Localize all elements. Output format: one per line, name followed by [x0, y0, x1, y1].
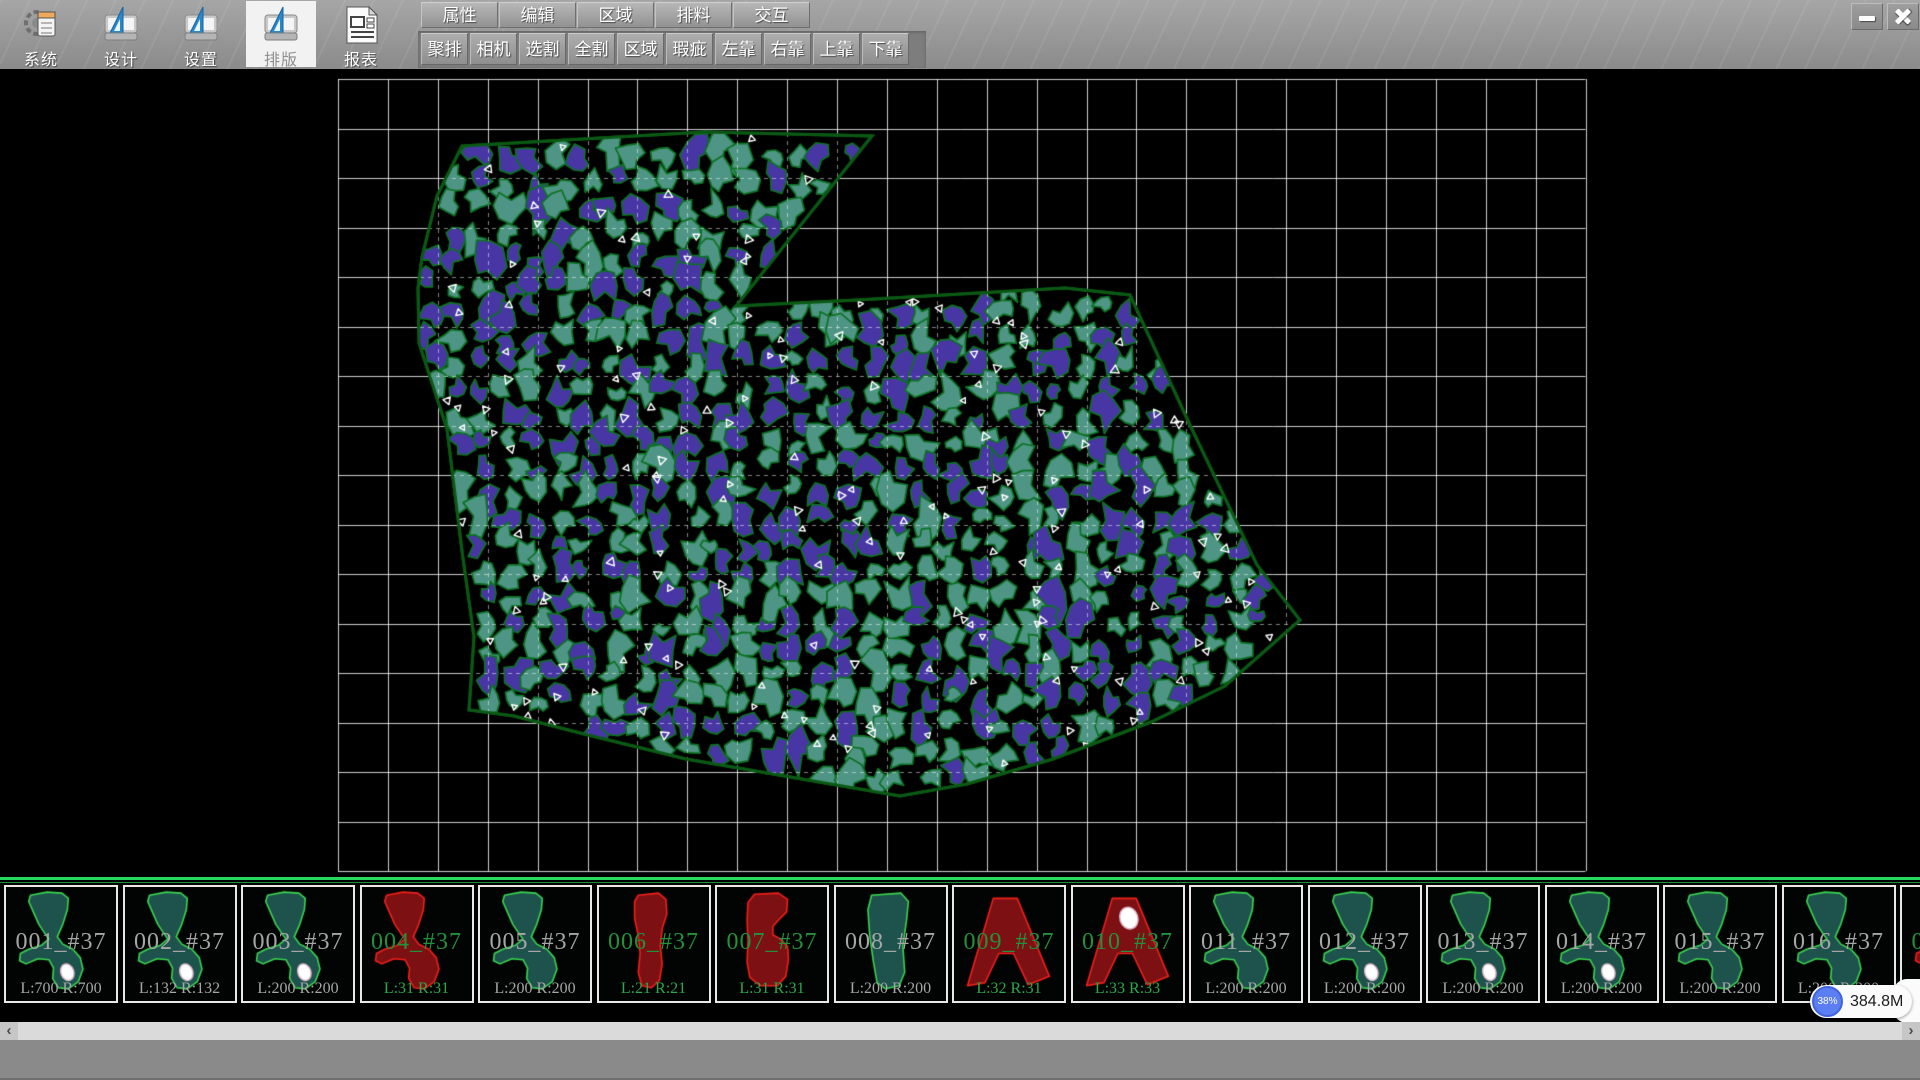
close-button[interactable] — [1887, 3, 1919, 30]
thumbnail-cell-015_#37[interactable]: 015_#37 L:200 R:200 — [1663, 885, 1777, 1003]
thumbnail-id-label: 004_#37 — [362, 929, 472, 956]
thumbnail-id-label: 011_#37 — [1191, 929, 1301, 956]
tool-button-7[interactable]: 左靠 — [715, 33, 762, 65]
thumbnail-id-label: 013_#37 — [1428, 929, 1538, 956]
thumbnail-id-label: 005_#37 — [480, 929, 590, 956]
memory-usage-label: 384.8M — [1850, 985, 1903, 1018]
report-document-icon — [341, 5, 381, 45]
scroll-left-icon[interactable]: ‹ — [0, 1022, 18, 1040]
thumbnail-id-label: 009_#37 — [954, 929, 1064, 956]
layout-ruler-icon — [261, 5, 301, 45]
thumbnail-cell-014_#37[interactable]: 014_#37 L:200 R:200 — [1545, 885, 1659, 1003]
thumbnail-id-label: 007_#37 — [717, 929, 827, 956]
app-button-1[interactable]: 系统 — [6, 1, 76, 67]
thumbnail-cell-002_#37[interactable]: 002_#37 L:132 R:132 — [123, 885, 237, 1003]
thumbnail-lr-label: L:200 R:200 — [480, 980, 590, 998]
app-button-4[interactable]: 排版 — [246, 1, 316, 67]
tool-button-1[interactable]: 聚排 — [421, 33, 468, 65]
tool-button-4[interactable]: 全割 — [568, 33, 615, 65]
menu-tab-2[interactable]: 编辑 — [499, 2, 576, 28]
thumbnail-cell-008_#37[interactable]: 008_#37 L:200 R:200 — [834, 885, 948, 1003]
minimize-icon — [1859, 16, 1875, 21]
thumbnail-id-label: 006_#37 — [599, 929, 709, 956]
thumbnail-id-label: 003_#37 — [243, 929, 353, 956]
thumbnail-cell-005_#37[interactable]: 005_#37 L:200 R:200 — [478, 885, 592, 1003]
piece-thumbnail-strip: 001_#37 L:700 R:700 002_#37 L:132 R:132 003_… — [0, 884, 1920, 1022]
status-bar — [0, 1040, 1920, 1080]
thumbnail-cell-001_#37[interactable]: 001_#37 L:700 R:700 — [4, 885, 118, 1003]
progress-percent-badge: 38% — [1812, 986, 1843, 1017]
thumbnail-lr-label: L:33 R:33 — [1073, 980, 1183, 998]
app-button-label: 设置 — [166, 46, 236, 69]
menu-tab-3[interactable]: 区域 — [577, 2, 654, 28]
tool-button-9[interactable]: 上靠 — [813, 33, 860, 65]
menu-tab-1[interactable]: 属性 — [421, 2, 498, 28]
app-button-label: 设计 — [86, 46, 156, 69]
thumbnail-lr-label: L:31 R:31 — [362, 980, 472, 998]
thumbnail-lr-label: L:200 R:200 — [243, 980, 353, 998]
thumbnail-lr-label: L:21 R:21 — [599, 980, 709, 998]
tool-button-3[interactable]: 选割 — [519, 33, 566, 65]
strip-separator-line — [0, 877, 1920, 880]
menu-tab-4[interactable]: 排料 — [655, 2, 732, 28]
thumbnail-lr-label: L:132 R:132 — [125, 980, 235, 998]
tool-button-2[interactable]: 相机 — [470, 33, 517, 65]
thumbnail-cell-013_#37[interactable]: 013_#37 L:200 R:200 — [1426, 885, 1540, 1003]
app-button-label: 排版 — [246, 46, 316, 69]
design-ruler-icon — [101, 5, 141, 45]
thumbnail-id-label: 010_#37 — [1073, 929, 1183, 956]
menu-tab-5[interactable]: 交互 — [733, 2, 810, 28]
app-button-3[interactable]: 设置 — [166, 1, 236, 67]
app-button-label: 系统 — [6, 46, 76, 69]
thumbnail-id-label: 014_#37 — [1547, 929, 1657, 956]
thumbnail-lr-label: L:200 R:200 — [1191, 980, 1301, 998]
thumbnail-lr-label: L:200 R:200 — [1547, 980, 1657, 998]
app-button-2[interactable]: 设计 — [86, 1, 156, 67]
thumbnail-id-label: 017_#37 — [1902, 929, 1920, 956]
thumbnail-lr-label: L:700 R:700 — [6, 980, 116, 998]
thumbnail-id-label: 015_#37 — [1665, 929, 1775, 956]
nesting-canvas[interactable] — [0, 69, 1920, 878]
thumbnail-cell-006_#37[interactable]: 006_#37 L:21 R:21 — [597, 885, 711, 1003]
tool-button-10[interactable]: 下靠 — [862, 33, 909, 65]
thumbnail-cell-009_#37[interactable]: 009_#37 L:32 R:31 — [952, 885, 1066, 1003]
thumbnail-lr-label: L:31 R:31 — [717, 980, 827, 998]
thumbnail-cell-011_#37[interactable]: 011_#37 L:200 R:200 — [1189, 885, 1303, 1003]
thumbnail-id-label: 001_#37 — [6, 929, 116, 956]
thumbnail-id-label: 012_#37 — [1310, 929, 1420, 956]
thumbnail-lr-label: L:32 R:31 — [954, 980, 1064, 998]
thumbnail-id-label: 008_#37 — [836, 929, 946, 956]
minimize-button[interactable] — [1851, 3, 1883, 30]
tool-button-5[interactable]: 区域 — [617, 33, 664, 65]
strip-separator-line-2 — [0, 882, 1920, 883]
scrollbar-thumb[interactable] — [18, 1022, 1902, 1040]
thumbnail-cell-007_#37[interactable]: 007_#37 L:31 R:31 — [715, 885, 829, 1003]
status-badge: 38% 384.8M — [1810, 985, 1912, 1018]
thumbnail-cell-004_#37[interactable]: 004_#37 L:31 R:31 — [360, 885, 474, 1003]
scroll-right-icon[interactable]: › — [1902, 1022, 1920, 1040]
thumbnail-cell-003_#37[interactable]: 003_#37 L:200 R:200 — [241, 885, 355, 1003]
toolbar: 系统设计设置排版报表 属性编辑区域排料交互 聚排相机选割全割区域瑕疵左靠右靠上靠… — [0, 0, 1920, 69]
settings-ruler-icon — [181, 5, 221, 45]
thumbnail-lr-label: L:200 R:200 — [836, 980, 946, 998]
thumbnail-id-label: 002_#37 — [125, 929, 235, 956]
horizontal-scrollbar[interactable]: ‹ › — [0, 1022, 1920, 1040]
thumbnail-cell-010_#37[interactable]: 010_#37 L:33 R:33 — [1071, 885, 1185, 1003]
tool-button-strip: 聚排相机选割全割区域瑕疵左靠右靠上靠下靠 — [418, 31, 926, 68]
nesting-canvas-area[interactable] — [0, 69, 1920, 878]
thumbnail-lr-label: L:200 R:200 — [1428, 980, 1538, 998]
gear-system-icon — [21, 5, 61, 45]
tool-button-6[interactable]: 瑕疵 — [666, 33, 713, 65]
thumbnail-lr-label: L:200 R:200 — [1310, 980, 1420, 998]
tool-button-8[interactable]: 右靠 — [764, 33, 811, 65]
app-button-5[interactable]: 报表 — [326, 1, 396, 67]
app-button-label: 报表 — [326, 46, 396, 69]
thumbnail-lr-label: L:200 R:200 — [1665, 980, 1775, 998]
thumbnail-cell-012_#37[interactable]: 012_#37 L:200 R:200 — [1308, 885, 1422, 1003]
thumbnail-id-label: 016_#37 — [1784, 929, 1894, 956]
